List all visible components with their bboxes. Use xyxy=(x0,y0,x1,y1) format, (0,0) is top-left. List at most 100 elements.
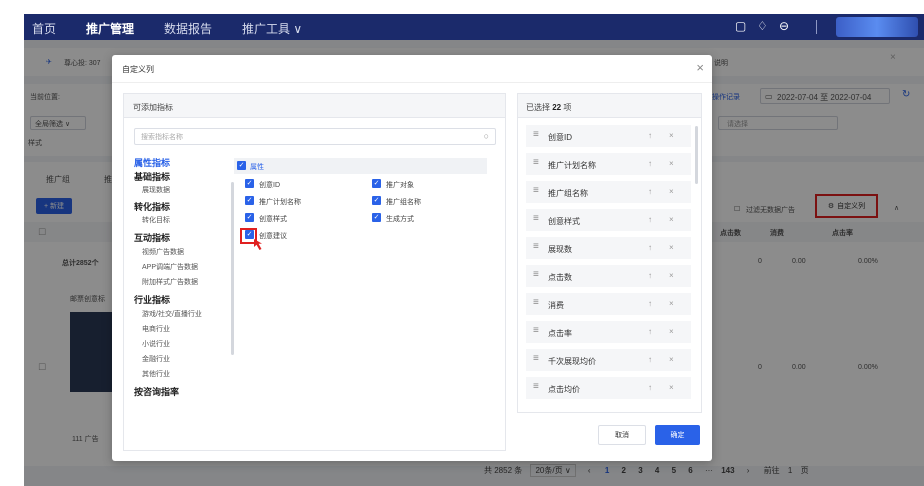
remove-icon[interactable]: × xyxy=(669,243,674,252)
selected-item[interactable]: ≡ 点击率 ↑ × xyxy=(526,321,691,343)
move-up-icon[interactable]: ↑ xyxy=(648,299,652,308)
selected-item[interactable]: ≡ 推广计划名称 ↑ × xyxy=(526,153,691,175)
drag-handle-icon[interactable]: ≡ xyxy=(533,129,539,140)
remove-icon[interactable]: × xyxy=(669,159,674,168)
category-item-ecommerce[interactable]: 电商行业 xyxy=(142,324,170,334)
remove-icon[interactable]: × xyxy=(669,327,674,336)
nav-home[interactable]: 首页 xyxy=(32,20,56,37)
available-metrics-title: 可添加指标 xyxy=(133,103,173,112)
selected-item[interactable]: ≡ 推广组名称 ↑ × xyxy=(526,181,691,203)
selected-item-label: 点击数 xyxy=(548,273,572,282)
cancel-button[interactable]: 取消 xyxy=(598,425,646,445)
category-basic-metrics[interactable]: 基础指标 xyxy=(134,170,170,183)
selected-item[interactable]: ≡ 创意ID ↑ × xyxy=(526,125,691,147)
selected-list-scrollbar[interactable] xyxy=(695,126,698,184)
clipboard-icon[interactable]: ▢ xyxy=(735,19,746,33)
drag-handle-icon[interactable]: ≡ xyxy=(533,213,539,224)
category-item-extra-style-data[interactable]: 附加样式广告数据 xyxy=(142,277,198,287)
checkbox-campaign-name[interactable]: ✓ xyxy=(245,196,254,205)
nav-promotion-tools[interactable]: 推广工具 ∨ xyxy=(242,20,302,37)
selected-item-label: 推广计划名称 xyxy=(548,161,596,170)
checkbox-generation-method[interactable]: ✓ xyxy=(372,213,381,222)
category-industry-metrics[interactable]: 行业指标 xyxy=(134,293,170,306)
category-attribute-metrics[interactable]: 属性指标 xyxy=(134,156,170,169)
drag-handle-icon[interactable]: ≡ xyxy=(533,325,539,336)
selected-item[interactable]: ≡ 展现数 ↑ × xyxy=(526,237,691,259)
remove-icon[interactable]: × xyxy=(669,215,674,224)
nav-data-report[interactable]: 数据报告 xyxy=(164,20,212,37)
metric-search-box[interactable]: ○ xyxy=(134,128,496,145)
move-up-icon[interactable]: ↑ xyxy=(648,355,652,364)
search-icon[interactable]: ○ xyxy=(484,131,489,141)
attribute-group-checkbox[interactable]: ✓ xyxy=(237,161,246,170)
custom-columns-dialog: 自定义列 × 可添加指标 ○ 属性指标 基础指标 展现数据 转化指标 转化目标 … xyxy=(112,55,712,461)
checkbox-label-ad-group-name: 推广组名称 xyxy=(386,199,421,206)
remove-icon[interactable]: × xyxy=(669,299,674,308)
category-item-gaming[interactable]: 游戏/社交/直播行业 xyxy=(142,309,202,319)
selected-item[interactable]: ≡ 点击均价 ↑ × xyxy=(526,377,691,399)
drag-handle-icon[interactable]: ≡ xyxy=(533,185,539,196)
checkbox-promo-target[interactable]: ✓ xyxy=(372,179,381,188)
selected-item[interactable]: ≡ 千次展现均价 ↑ × xyxy=(526,349,691,371)
selected-item[interactable]: ≡ 消费 ↑ × xyxy=(526,293,691,315)
dialog-title: 自定义列 xyxy=(122,65,154,74)
move-up-icon[interactable]: ↑ xyxy=(648,159,652,168)
drag-handle-icon[interactable]: ≡ xyxy=(533,381,539,392)
selected-item-label: 点击率 xyxy=(548,329,572,338)
drag-handle-icon[interactable]: ≡ xyxy=(533,157,539,168)
move-up-icon[interactable]: ↑ xyxy=(648,131,652,140)
category-item-conversion-goal[interactable]: 转化目标 xyxy=(142,215,170,225)
move-up-icon[interactable]: ↑ xyxy=(648,215,652,224)
move-up-icon[interactable]: ↑ xyxy=(648,327,652,336)
attribute-group-bar[interactable]: ✓ 属性 xyxy=(234,158,487,174)
selected-metrics-panel: 已选择 22 项 ≡ 创意ID ↑ × ≡ 推广计划名称 ↑ × ≡ 推广组名称 ↑ × ≡ 创意样… xyxy=(517,93,702,413)
category-scrollbar[interactable] xyxy=(231,182,234,355)
checkbox-ad-group-name[interactable]: ✓ xyxy=(372,196,381,205)
checkbox-label-generation-method: 生成方式 xyxy=(386,216,414,223)
checkbox-creative-style[interactable]: ✓ xyxy=(245,213,254,222)
account-logo[interactable] xyxy=(836,17,918,37)
selected-metrics-header: 已选择 22 项 xyxy=(518,94,701,118)
selected-prefix: 已选择 xyxy=(526,103,550,112)
category-item-finance[interactable]: 金融行业 xyxy=(142,354,170,364)
selected-item[interactable]: ≡ 点击数 ↑ × xyxy=(526,265,691,287)
drag-handle-icon[interactable]: ≡ xyxy=(533,241,539,252)
drag-handle-icon[interactable]: ≡ xyxy=(533,269,539,280)
remove-icon[interactable]: × xyxy=(669,271,674,280)
move-up-icon[interactable]: ↑ xyxy=(648,271,652,280)
category-item-impression-data[interactable]: 展现数据 xyxy=(142,185,170,195)
attribute-group-label: 属性 xyxy=(250,164,264,171)
minus-circle-icon[interactable]: ⊖ xyxy=(779,19,789,33)
move-up-icon[interactable]: ↑ xyxy=(648,187,652,196)
remove-icon[interactable]: × xyxy=(669,187,674,196)
available-metrics-header: 可添加指标 xyxy=(124,94,505,118)
metric-search-input[interactable] xyxy=(141,131,471,143)
remove-icon[interactable]: × xyxy=(669,383,674,392)
drag-handle-icon[interactable]: ≡ xyxy=(533,353,539,364)
selected-item-label: 创意样式 xyxy=(548,217,580,226)
selected-item-label: 创意ID xyxy=(548,133,572,142)
selected-item[interactable]: ≡ 创意样式 ↑ × xyxy=(526,209,691,231)
category-consult-metrics[interactable]: 按咨询指率 xyxy=(134,385,179,398)
selected-suffix: 项 xyxy=(563,103,572,112)
bell-icon[interactable]: ♢ xyxy=(757,19,768,33)
nav-promotion-management[interactable]: 推广管理 xyxy=(86,20,134,37)
checkbox-creative-id[interactable]: ✓ xyxy=(245,179,254,188)
category-item-other[interactable]: 其他行业 xyxy=(142,369,170,379)
category-item-video-ad-data[interactable]: 视频广告数据 xyxy=(142,247,184,257)
remove-icon[interactable]: × xyxy=(669,131,674,140)
move-up-icon[interactable]: ↑ xyxy=(648,383,652,392)
drag-handle-icon[interactable]: ≡ xyxy=(533,297,539,308)
checkbox-label-creative-style: 创意样式 xyxy=(259,216,287,223)
selected-item-label: 展现数 xyxy=(548,245,572,254)
category-item-novel[interactable]: 小说行业 xyxy=(142,339,170,349)
category-interaction-metrics[interactable]: 互动指标 xyxy=(134,231,170,244)
red-arrow-icon xyxy=(254,239,262,250)
checkbox-label-campaign-name: 推广计划名称 xyxy=(259,199,301,206)
close-icon[interactable]: × xyxy=(696,60,704,75)
category-item-app-ad-data[interactable]: APP调端广告数据 xyxy=(142,262,198,272)
remove-icon[interactable]: × xyxy=(669,355,674,364)
category-conversion-metrics[interactable]: 转化指标 xyxy=(134,200,170,213)
move-up-icon[interactable]: ↑ xyxy=(648,243,652,252)
confirm-button[interactable]: 确定 xyxy=(655,425,700,445)
